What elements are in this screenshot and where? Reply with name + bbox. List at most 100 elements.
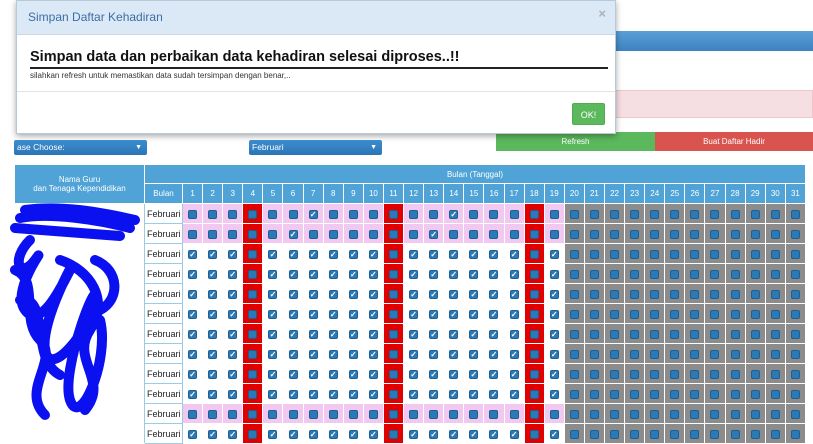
attendance-checkbox[interactable] [750,209,760,219]
attendance-checkbox[interactable] [670,329,680,339]
attendance-checkbox[interactable] [208,249,218,259]
attendance-checkbox[interactable] [469,209,479,219]
attendance-checkbox[interactable] [489,249,499,259]
attendance-checkbox[interactable] [690,349,700,359]
attendance-checkbox[interactable] [529,329,539,339]
attendance-checkbox[interactable] [308,309,318,319]
attendance-checkbox[interactable] [328,309,338,319]
attendance-checkbox[interactable] [328,389,338,399]
attendance-checkbox[interactable] [670,289,680,299]
attendance-checkbox[interactable] [750,289,760,299]
attendance-checkbox[interactable] [409,409,419,419]
attendance-checkbox[interactable] [409,249,419,259]
attendance-checkbox[interactable] [188,389,198,399]
attendance-checkbox[interactable] [469,369,479,379]
attendance-checkbox[interactable] [228,309,238,319]
attendance-checkbox[interactable] [529,209,539,219]
attendance-checkbox[interactable] [388,269,398,279]
attendance-checkbox[interactable] [449,409,459,419]
attendance-checkbox[interactable] [569,409,579,419]
attendance-checkbox[interactable] [690,429,700,439]
attendance-checkbox[interactable] [529,249,539,259]
attendance-checkbox[interactable] [630,229,640,239]
attendance-checkbox[interactable] [489,389,499,399]
attendance-checkbox[interactable] [790,329,800,339]
month-select[interactable]: Februari ▼ [249,140,382,155]
attendance-checkbox[interactable] [549,289,559,299]
attendance-checkbox[interactable] [288,289,298,299]
close-icon[interactable]: × [598,6,606,21]
attendance-checkbox[interactable] [308,249,318,259]
attendance-checkbox[interactable] [388,389,398,399]
attendance-checkbox[interactable] [449,369,459,379]
attendance-checkbox[interactable] [690,249,700,259]
attendance-checkbox[interactable] [248,349,258,359]
attendance-checkbox[interactable] [469,269,479,279]
attendance-checkbox[interactable] [710,269,720,279]
attendance-checkbox[interactable] [569,249,579,259]
attendance-checkbox[interactable] [569,269,579,279]
attendance-checkbox[interactable] [569,369,579,379]
attendance-checkbox[interactable] [509,409,519,419]
attendance-checkbox[interactable] [690,369,700,379]
attendance-checkbox[interactable] [348,209,358,219]
attendance-checkbox[interactable] [308,389,318,399]
attendance-checkbox[interactable] [409,349,419,359]
attendance-checkbox[interactable] [409,309,419,319]
attendance-checkbox[interactable] [509,269,519,279]
attendance-checkbox[interactable] [650,209,660,219]
attendance-checkbox[interactable] [449,249,459,259]
attendance-checkbox[interactable] [670,409,680,419]
attendance-checkbox[interactable] [710,249,720,259]
attendance-checkbox[interactable] [288,269,298,279]
attendance-checkbox[interactable] [549,209,559,219]
attendance-checkbox[interactable] [228,269,238,279]
attendance-checkbox[interactable] [388,249,398,259]
attendance-checkbox[interactable] [248,429,258,439]
attendance-checkbox[interactable] [710,349,720,359]
attendance-checkbox[interactable] [469,329,479,339]
attendance-checkbox[interactable] [188,229,198,239]
attendance-checkbox[interactable] [268,289,278,299]
attendance-checkbox[interactable] [730,229,740,239]
attendance-checkbox[interactable] [409,329,419,339]
attendance-checkbox[interactable] [710,229,720,239]
attendance-checkbox[interactable] [650,349,660,359]
attendance-checkbox[interactable] [268,409,278,419]
attendance-checkbox[interactable] [248,249,258,259]
attendance-checkbox[interactable] [730,269,740,279]
attendance-checkbox[interactable] [368,209,378,219]
attendance-checkbox[interactable] [790,349,800,359]
attendance-checkbox[interactable] [429,229,439,239]
attendance-checkbox[interactable] [208,409,218,419]
attendance-checkbox[interactable] [268,389,278,399]
attendance-checkbox[interactable] [429,429,439,439]
attendance-checkbox[interactable] [529,289,539,299]
ok-button[interactable]: OK! [572,103,605,125]
attendance-checkbox[interactable] [348,369,358,379]
attendance-checkbox[interactable] [710,369,720,379]
attendance-checkbox[interactable] [449,329,459,339]
attendance-checkbox[interactable] [730,249,740,259]
attendance-checkbox[interactable] [429,369,439,379]
attendance-checkbox[interactable] [288,329,298,339]
attendance-checkbox[interactable] [770,329,780,339]
attendance-checkbox[interactable] [248,229,258,239]
attendance-checkbox[interactable] [409,289,419,299]
attendance-checkbox[interactable] [529,369,539,379]
attendance-checkbox[interactable] [610,289,620,299]
attendance-checkbox[interactable] [529,229,539,239]
attendance-checkbox[interactable] [368,389,378,399]
attendance-checkbox[interactable] [208,389,218,399]
attendance-checkbox[interactable] [429,349,439,359]
attendance-checkbox[interactable] [348,269,358,279]
attendance-checkbox[interactable] [610,269,620,279]
attendance-checkbox[interactable] [650,229,660,239]
attendance-checkbox[interactable] [228,349,238,359]
attendance-checkbox[interactable] [589,269,599,279]
attendance-checkbox[interactable] [790,229,800,239]
attendance-checkbox[interactable] [469,429,479,439]
attendance-checkbox[interactable] [730,309,740,319]
attendance-checkbox[interactable] [348,409,358,419]
attendance-checkbox[interactable] [549,429,559,439]
